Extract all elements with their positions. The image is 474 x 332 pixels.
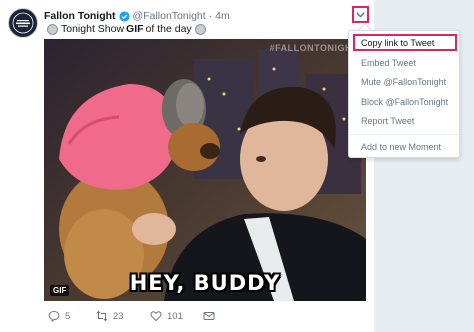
timestamp[interactable]: 4m: [215, 10, 230, 22]
heart-icon: [150, 311, 162, 322]
gif-caption: HEY, BUDDY: [129, 271, 281, 295]
tweet-options-menu: Copy link to Tweet Embed Tweet Mute @Fal…: [348, 30, 460, 158]
verified-badge-icon: [119, 10, 130, 22]
reply-button[interactable]: 5: [48, 310, 96, 322]
reply-icon: [48, 310, 60, 322]
menu-item-embed-tweet[interactable]: Embed Tweet: [353, 54, 457, 71]
display-name[interactable]: Fallon Tonight: [44, 10, 116, 22]
gif-still-image: [44, 39, 366, 301]
reply-count: 5: [65, 310, 71, 322]
tweet-text-bold: GIF: [126, 23, 144, 35]
menu-divider: [349, 134, 459, 135]
retweet-button[interactable]: 23: [96, 310, 150, 322]
menu-item-copy-link[interactable]: Copy link to Tweet: [353, 34, 457, 51]
menu-item-add-moment[interactable]: Add to new Moment: [353, 138, 457, 155]
emoji-icon: [47, 23, 58, 35]
gif-badge: GIF: [50, 285, 70, 296]
user-handle[interactable]: @FallonTonight: [133, 10, 206, 22]
video-watermark: #FALLONTONIGHT: [269, 43, 358, 53]
menu-item-block[interactable]: Block @FallonTonight: [353, 93, 457, 110]
tweet-actions: 5 23 101: [48, 308, 220, 324]
direct-message-button[interactable]: [203, 310, 220, 322]
tweet-media-gif[interactable]: #FALLONTONIGHT HEY, BUDDY GIF: [44, 39, 366, 301]
chevron-down-icon: [356, 11, 365, 18]
tweet-header: Fallon Tonight @FallonTonight · 4m: [44, 9, 230, 23]
tweet-text-end: of the day: [145, 23, 192, 35]
avatar[interactable]: [8, 8, 38, 38]
tweet-text: Tonight Show GIF of the day: [44, 22, 209, 36]
retweet-count: 23: [113, 310, 124, 322]
menu-item-mute[interactable]: Mute @FallonTonight: [353, 73, 457, 90]
retweet-icon: [96, 310, 108, 322]
tonight-show-logo-icon: [11, 11, 35, 35]
separator-dot: ·: [208, 10, 213, 22]
direct-message-icon: [203, 312, 215, 320]
menu-item-report[interactable]: Report Tweet: [353, 112, 457, 129]
like-button[interactable]: 101: [150, 310, 203, 322]
like-count: 101: [167, 310, 183, 322]
tweet-text-start: Tonight Show: [61, 23, 125, 35]
emoji-icon: [194, 23, 206, 35]
tweet-options-button[interactable]: [352, 6, 369, 23]
